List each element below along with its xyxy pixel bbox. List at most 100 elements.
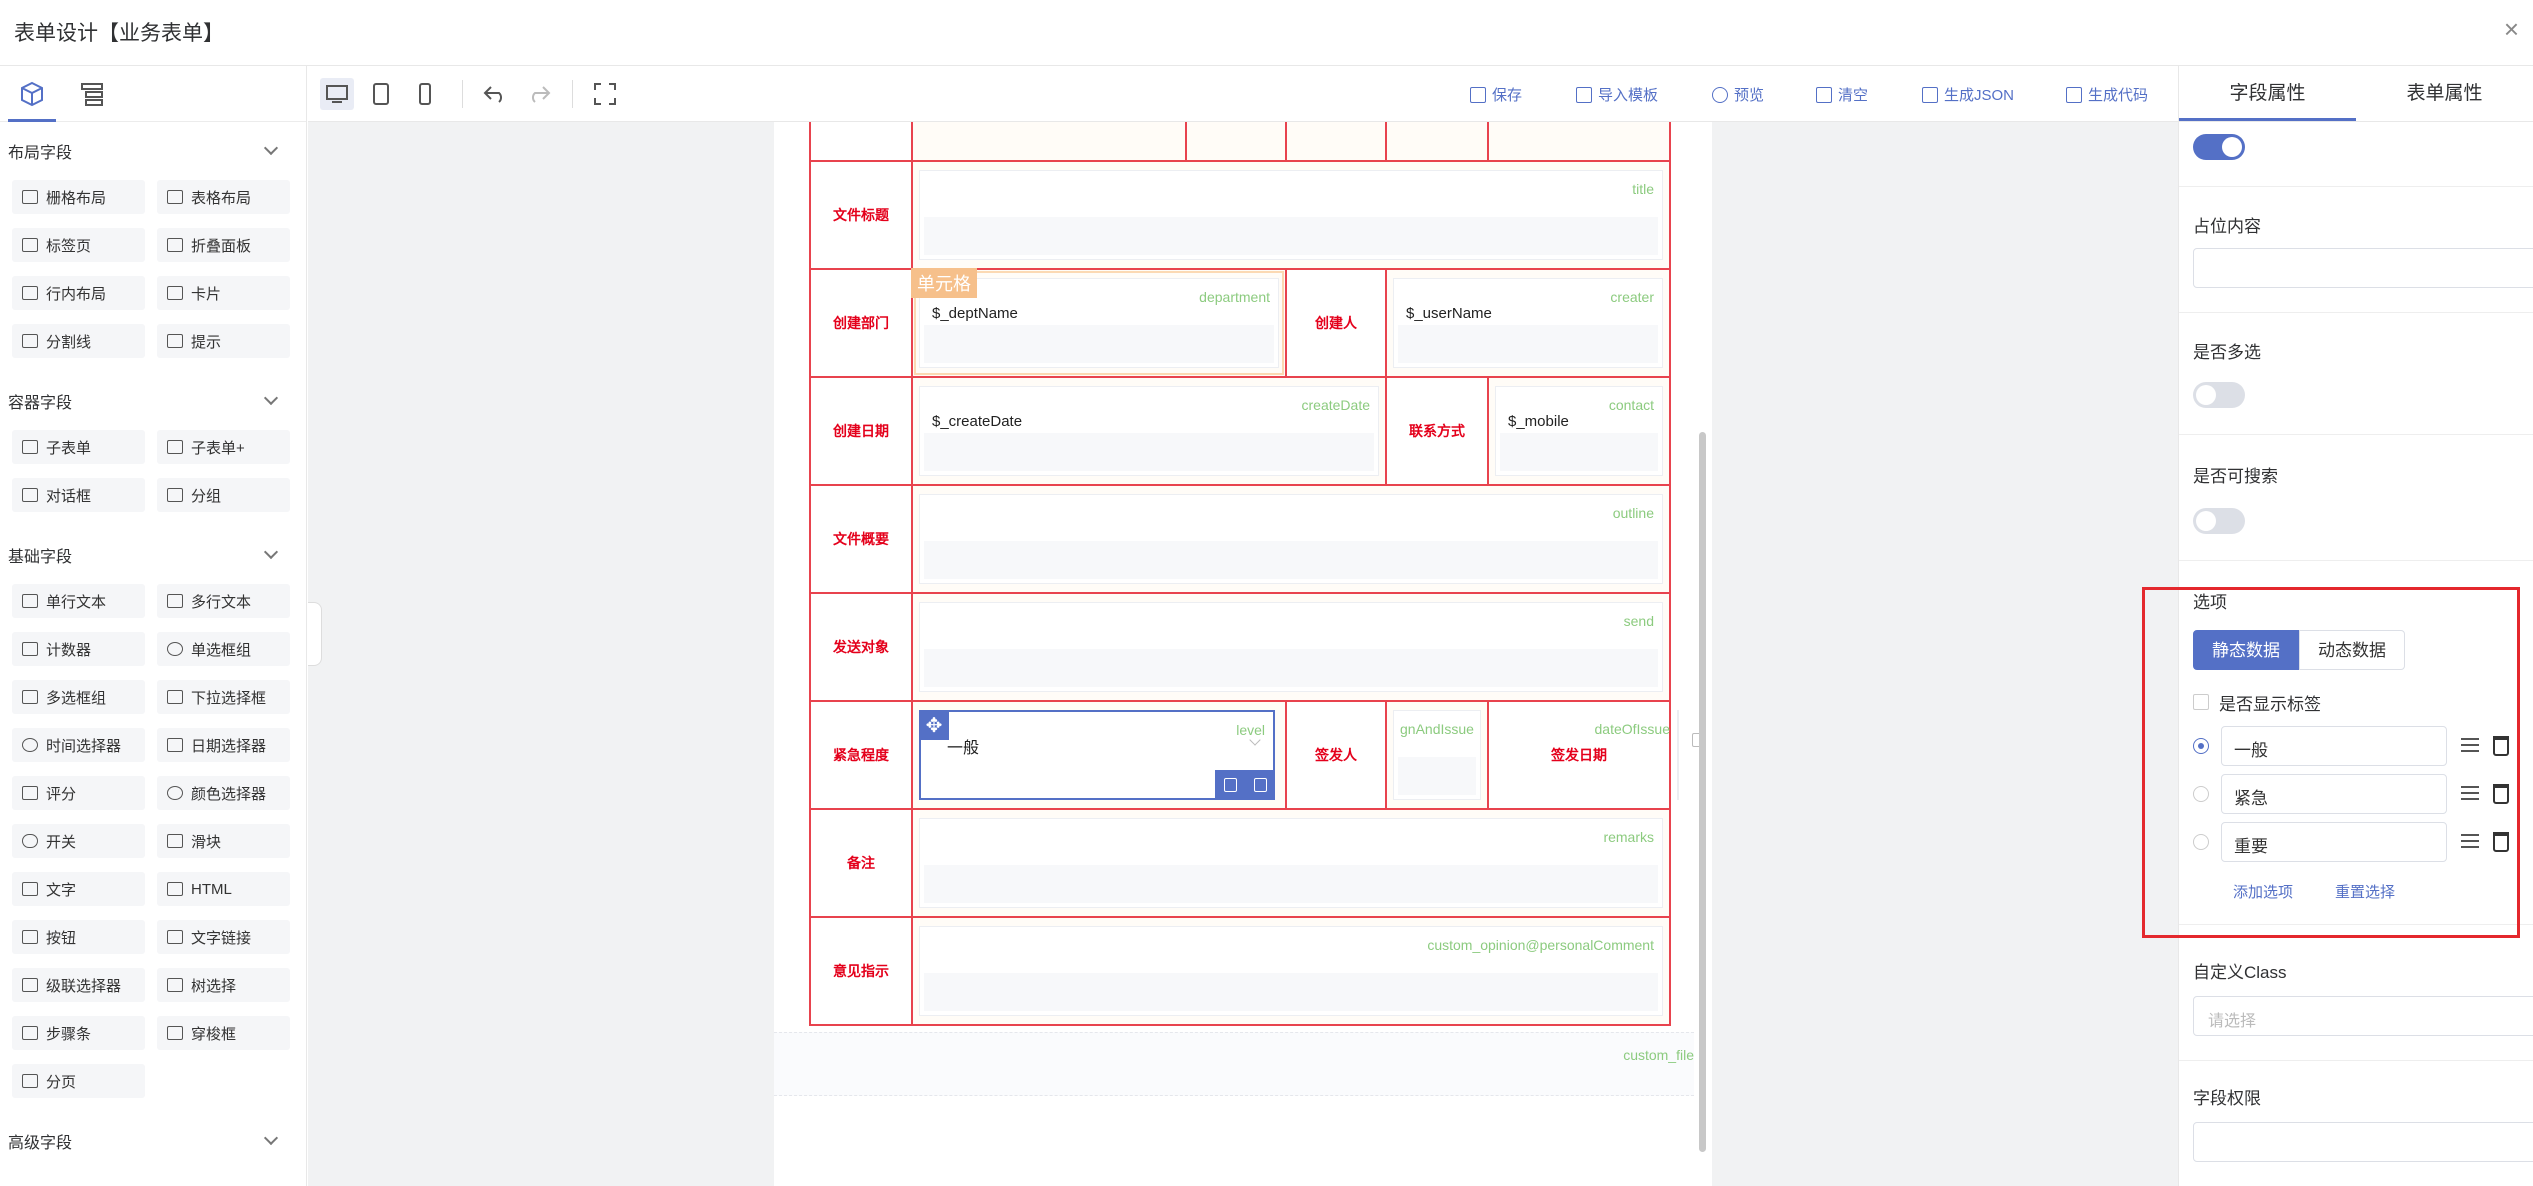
component-cube-icon[interactable] (8, 80, 56, 122)
tab-field-props[interactable]: 字段属性 (2179, 66, 2356, 121)
group-header[interactable]: 高级字段 (0, 1112, 306, 1170)
palette-item[interactable]: 多选框组 (12, 680, 145, 714)
table-cell[interactable]: gnAndIssue (1385, 700, 1489, 810)
field-input[interactable] (1398, 325, 1658, 363)
placeholder-input[interactable] (2193, 248, 2533, 288)
palette-item[interactable]: 颜色选择器 (157, 776, 290, 810)
mobile-view-icon[interactable] (408, 78, 442, 110)
palette-item[interactable]: 表格布局 (157, 180, 290, 214)
table-cell[interactable]: $_createDate createDate (911, 376, 1387, 486)
multiple-switch[interactable] (2193, 382, 2245, 408)
palette-item[interactable]: 分割线 (12, 324, 145, 358)
palette-item[interactable]: 栅格布局 (12, 180, 145, 214)
tab-form-props[interactable]: 表单属性 (2356, 66, 2533, 121)
palette-item[interactable]: 按钮 (12, 920, 145, 954)
palette-item[interactable]: 提示 (157, 324, 290, 358)
generate-json-button[interactable]: 生成JSON (1922, 84, 2014, 105)
custom-file-field[interactable]: custom_file (774, 1032, 1694, 1096)
generate-code-button[interactable]: 生成代码 (2066, 84, 2148, 105)
desktop-view-icon[interactable] (320, 78, 354, 110)
group-header[interactable]: 布局字段 (0, 122, 306, 180)
level-select-selected[interactable]: ✥ 一般 level (919, 710, 1275, 800)
group-header[interactable]: 基础字段 (0, 526, 306, 584)
send-field[interactable]: send (919, 602, 1663, 692)
palette-item[interactable]: 卡片 (157, 276, 290, 310)
table-cell[interactable] (1385, 122, 1489, 162)
field-input[interactable] (924, 541, 1658, 579)
palette-item[interactable]: 日期选择器 (157, 728, 290, 762)
palette-item[interactable]: 对话框 (12, 478, 145, 512)
tablet-view-icon[interactable] (364, 78, 398, 110)
undo-icon[interactable] (478, 78, 512, 110)
table-cell[interactable]: 单元格 $_deptName department (911, 268, 1287, 378)
field-input[interactable] (924, 865, 1658, 903)
table-cell[interactable]: title (911, 160, 1671, 270)
table-cell[interactable]: ✥ 一般 level (911, 700, 1287, 810)
opinion-field[interactable]: custom_opinion@personalComment (919, 926, 1663, 1016)
contact-field[interactable]: $_mobile contact (1495, 386, 1663, 476)
table-cell[interactable]: $_mobile contact (1487, 376, 1671, 486)
palette-item[interactable]: 分组 (157, 478, 290, 512)
move-icon[interactable]: ✥ (919, 710, 949, 740)
palette-item[interactable]: 时间选择器 (12, 728, 145, 762)
field-input[interactable] (924, 433, 1374, 471)
table-cell[interactable]: outline (911, 484, 1671, 594)
signer-field[interactable]: gnAndIssue (1393, 710, 1481, 800)
palette-item[interactable]: 单行文本 (12, 584, 145, 618)
issue-date-field[interactable]: dateOfIssue (1595, 710, 1706, 800)
palette-item[interactable]: 滑块 (157, 824, 290, 858)
vertical-scrollbar[interactable] (1699, 432, 1706, 1152)
searchable-switch[interactable] (2193, 508, 2245, 534)
field-input[interactable] (1398, 757, 1476, 795)
palette-item[interactable]: 评分 (12, 776, 145, 810)
field-input[interactable] (924, 217, 1658, 255)
delete-icon[interactable] (1253, 778, 1267, 792)
table-cell[interactable] (1487, 122, 1671, 162)
palette-item[interactable]: 级联选择器 (12, 968, 145, 1002)
title-field[interactable]: title (919, 170, 1663, 260)
palette-item[interactable]: HTML (157, 872, 290, 906)
preview-button[interactable]: 预览 (1712, 84, 1764, 105)
outline-tree-icon[interactable] (78, 80, 106, 108)
palette-item[interactable]: 穿梭框 (157, 1016, 290, 1050)
table-cell[interactable]: custom_opinion@personalComment (911, 916, 1671, 1026)
redo-icon[interactable] (522, 78, 556, 110)
field-input[interactable] (924, 649, 1658, 687)
copy-icon[interactable] (1223, 778, 1237, 792)
palette-item[interactable]: 单选框组 (157, 632, 290, 666)
palette-item[interactable]: 文字链接 (157, 920, 290, 954)
palette-item[interactable]: 树选择 (157, 968, 290, 1002)
field-input[interactable] (924, 973, 1658, 1011)
palette-item[interactable]: 下拉选择框 (157, 680, 290, 714)
import-template-button[interactable]: 导入模板 (1576, 84, 1658, 105)
clear-button[interactable]: 清空 (1816, 84, 1868, 105)
table-cell[interactable]: send (911, 592, 1671, 702)
palette-item[interactable]: 子表单+ (157, 430, 290, 464)
field-input[interactable] (1500, 433, 1658, 471)
palette-item[interactable]: 文字 (12, 872, 145, 906)
palette-item[interactable]: 开关 (12, 824, 145, 858)
palette-item[interactable]: 行内布局 (12, 276, 145, 310)
table-cell[interactable]: $_userName creater (1385, 268, 1671, 378)
create-date-field[interactable]: $_createDate createDate (919, 386, 1379, 476)
fullscreen-icon[interactable] (588, 78, 622, 110)
palette-item[interactable]: 分页 (12, 1064, 145, 1098)
palette-item[interactable]: 标签页 (12, 228, 145, 262)
remarks-field[interactable]: remarks (919, 818, 1663, 908)
table-cell[interactable]: remarks (911, 808, 1671, 918)
table-cell[interactable] (911, 122, 1187, 162)
creater-field[interactable]: $_userName creater (1393, 278, 1663, 368)
save-button[interactable]: 保存 (1470, 84, 1522, 105)
permission-input[interactable] (2193, 1122, 2533, 1162)
table-cell[interactable] (1285, 122, 1387, 162)
group-header[interactable]: 容器字段 (0, 372, 306, 430)
collapse-left-handle[interactable] (308, 602, 322, 666)
field-input[interactable] (924, 325, 1274, 363)
palette-item[interactable]: 子表单 (12, 430, 145, 464)
table-cell[interactable] (809, 122, 913, 162)
palette-item[interactable]: 折叠面板 (157, 228, 290, 262)
outline-field[interactable]: outline (919, 494, 1663, 584)
palette-item[interactable]: 计数器 (12, 632, 145, 666)
close-icon[interactable]: × (2504, 14, 2519, 45)
custom-class-select[interactable]: 请选择 (2193, 996, 2533, 1036)
